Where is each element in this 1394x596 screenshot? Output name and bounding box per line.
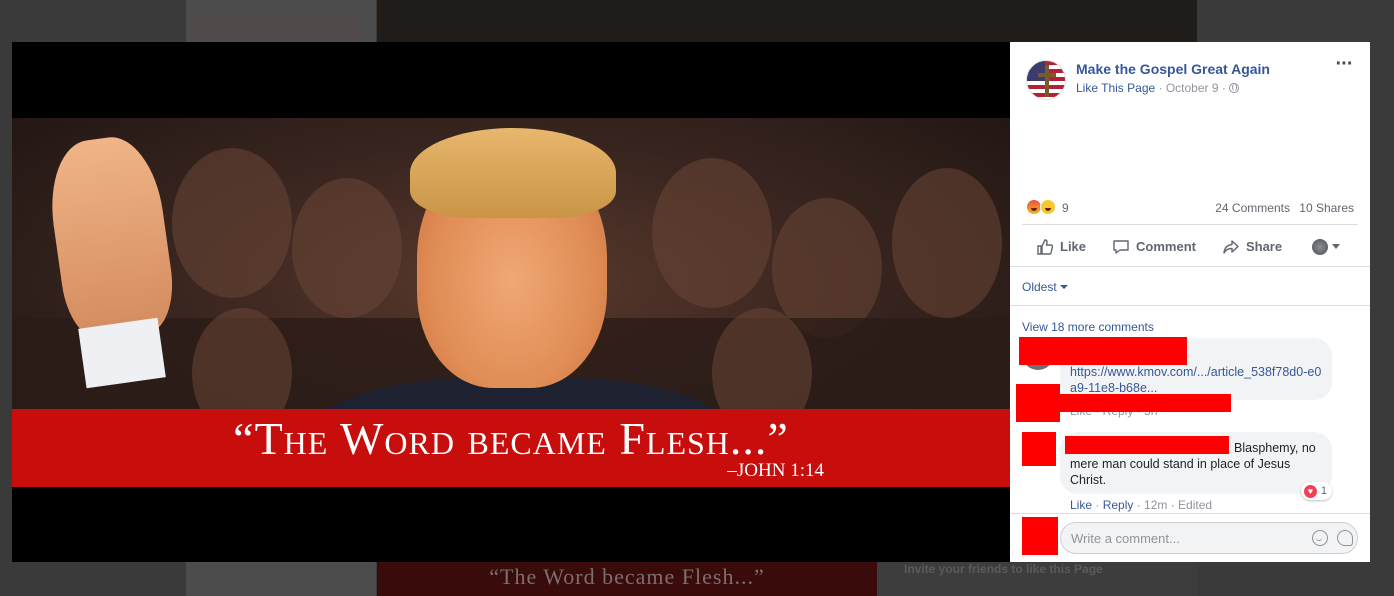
sticker-icon[interactable] — [1337, 530, 1353, 546]
photo-lightbox: “The Word became Flesh...” –JOHN 1:14 Ma… — [12, 42, 1370, 562]
comment-link[interactable]: https://www.kmov.com/.../article_538f78d… — [1070, 364, 1326, 396]
comment-sort-dropdown[interactable]: Oldest — [1022, 280, 1068, 294]
redaction-avatar — [1022, 517, 1058, 555]
comment-button[interactable]: Comment — [1112, 238, 1196, 256]
share-button[interactable]: Share — [1222, 238, 1282, 256]
haha-reaction-icon[interactable] — [1040, 199, 1056, 215]
post-side-panel: Make the Gospel Great Again Like This Pa… — [1010, 42, 1370, 562]
reactions-summary: 9 24 Comments 10 Shares — [1026, 199, 1354, 217]
background-invite-text: Invite your friends to like this Page — [904, 562, 1103, 576]
thumbs-up-icon — [1037, 238, 1054, 255]
caption-quote: “The Word became Flesh...” — [233, 413, 789, 464]
redaction-commenter-name — [1060, 394, 1231, 412]
chevron-down-icon — [1332, 244, 1341, 249]
subject-hair — [410, 128, 616, 218]
like-page-link[interactable]: Like This Page — [1076, 81, 1155, 95]
shares-count-link[interactable]: 10 Shares — [1299, 201, 1354, 215]
comment-actions: Like · Reply · 12m · Edited — [1070, 498, 1213, 512]
post-actions-bar: Like Comment Share — [1022, 224, 1358, 268]
comment-like-link[interactable]: Like — [1070, 498, 1092, 512]
share-arrow-icon — [1223, 239, 1239, 254]
comment-timestamp[interactable]: 12m · Edited — [1144, 498, 1212, 512]
chevron-down-icon — [1059, 285, 1068, 289]
like-button[interactable]: Like — [1036, 238, 1086, 256]
emoji-icon[interactable] — [1312, 530, 1328, 546]
write-comment-row — [1010, 513, 1370, 562]
reaction-identity-selector[interactable] — [1312, 238, 1341, 255]
reaction-count[interactable]: 9 — [1062, 201, 1069, 215]
view-more-comments-link[interactable]: View 18 more comments — [1022, 320, 1154, 334]
redaction-commenter-name — [1065, 436, 1229, 454]
redaction-commenter-name — [1019, 337, 1187, 365]
globe-icon — [1229, 83, 1240, 93]
comment-bubble-icon — [1113, 239, 1129, 254]
background-logo — [192, 14, 362, 42]
comment-reactions[interactable]: ♥ 1 — [1300, 482, 1332, 500]
more-options-icon[interactable]: ··· — [1332, 54, 1356, 78]
comment-reply-link[interactable]: Reply — [1103, 498, 1134, 512]
post-header: Make the Gospel Great Again Like This Pa… — [1022, 54, 1358, 100]
page-avatar[interactable] — [1026, 60, 1066, 100]
photo-viewer[interactable]: “The Word became Flesh...” –JOHN 1:14 — [12, 42, 1010, 562]
redaction-avatar — [1016, 384, 1060, 422]
redaction-avatar — [1022, 432, 1056, 466]
comments-count-link[interactable]: 24 Comments — [1215, 201, 1290, 215]
caption-reference: –JOHN 1:14 — [727, 460, 824, 481]
page-name-link[interactable]: Make the Gospel Great Again — [1076, 61, 1270, 77]
caption-band: “The Word became Flesh...” –JOHN 1:14 — [12, 409, 1010, 487]
post-date[interactable]: October 9 — [1166, 81, 1219, 95]
post-meta: Like This Page · October 9 · — [1076, 81, 1240, 95]
profile-avatar-icon — [1312, 238, 1329, 255]
background-banner-quote: “The Word became Flesh...” — [377, 562, 877, 596]
raised-hand — [42, 131, 180, 345]
heart-icon: ♥ — [1303, 484, 1317, 498]
